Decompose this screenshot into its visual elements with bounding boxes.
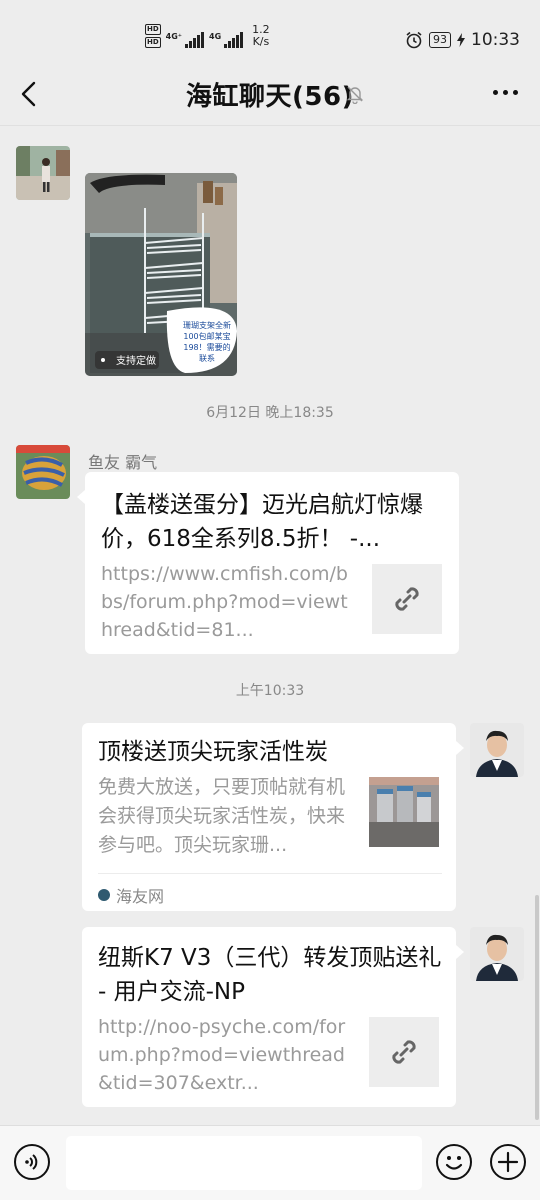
battery-indicator: 93 <box>429 32 451 48</box>
hd-badges: HD HD <box>145 24 161 48</box>
avatar[interactable] <box>470 927 524 981</box>
status-bar: HD HD 4G⁺ 4G 1.2 K/s 93 10:33 <box>0 0 540 62</box>
aquarium-rack-photo: 珊瑚支架全新 100包邮某宝 198！需要的 联系 <box>85 173 237 376</box>
clock: 10:33 <box>471 30 520 50</box>
sender-name: 鱼友 霸气 <box>88 453 158 472</box>
source-logo-icon <box>98 889 110 901</box>
timestamp: 6月12日 晚上18:35 <box>206 405 334 421</box>
link-title: 【盖楼送蛋分】迈光启航灯惊爆价，618全系列8.5折！ -... <box>101 492 423 552</box>
more-functions-button[interactable] <box>490 1144 526 1180</box>
link-title: 纽斯K7 V3（三代）转发顶贴送礼 - 用户交流-NP <box>98 945 442 1005</box>
card-divider <box>98 873 442 874</box>
emoji-button[interactable] <box>436 1144 472 1180</box>
network-speed: 1.2 K/s <box>252 23 270 48</box>
svg-text:珊瑚支架全新: 珊瑚支架全新 <box>183 320 231 330</box>
avatar-fish-photo <box>16 445 70 499</box>
link-card[interactable]: 【盖楼送蛋分】迈光启航灯惊爆价，618全系列8.5折！ -... https:/… <box>77 472 459 654</box>
message-input[interactable] <box>66 1136 422 1190</box>
link-thumbnail <box>372 564 442 634</box>
link-card[interactable]: 纽斯K7 V3（三代）转发顶贴送礼 - 用户交流-NP http://noo-p… <box>82 927 464 1107</box>
link-thumbnail <box>369 777 439 847</box>
link-url: http://noo-psyche.com/forum.php?mod=view… <box>98 1016 346 1094</box>
smiley-icon <box>445 1156 463 1170</box>
more-options-button[interactable] <box>493 90 518 95</box>
timestamp: 上午10:33 <box>235 683 305 699</box>
avatar[interactable] <box>470 723 524 777</box>
avatar[interactable] <box>16 445 70 499</box>
carbon-product-photo <box>369 777 439 847</box>
link-url: https://www.cmfish.com/bbs/forum.php?mod… <box>101 563 348 641</box>
link-icon <box>392 1040 416 1064</box>
alarm-icon <box>406 31 422 49</box>
avatar-portrait <box>470 723 524 777</box>
avatar[interactable] <box>16 146 70 200</box>
mute-bell-icon <box>346 86 364 104</box>
scrollbar[interactable] <box>535 895 539 1120</box>
link-card[interactable]: 顶楼送顶尖玩家活性炭 免费大放送，只要顶帖就有机会获得顶尖玩家活性炭，快来参与吧… <box>82 723 464 911</box>
svg-text:100包邮某宝: 100包邮某宝 <box>183 331 230 341</box>
plus-icon <box>497 1151 519 1173</box>
link-source-name: 海友网 <box>116 887 165 906</box>
avatar-portrait <box>470 927 524 981</box>
voice-icon <box>25 1154 38 1170</box>
signal-icon: 4G⁺ <box>166 32 205 48</box>
chat-header: 海缸聊天(56) <box>0 62 540 126</box>
avatar-photo <box>16 146 70 200</box>
voice-input-button[interactable] <box>14 1144 50 1180</box>
chat-input-bar <box>0 1125 540 1200</box>
link-title: 顶楼送顶尖玩家活性炭 <box>98 739 328 765</box>
image-message[interactable]: 珊瑚支架全新 100包邮某宝 198！需要的 联系 支持定做 <box>85 173 237 376</box>
link-description: 免费大放送，只要顶帖就有机会获得顶尖玩家活性炭，快来参与吧。顶尖玩家珊... <box>98 776 346 856</box>
link-source: 海友网 <box>98 883 164 907</box>
hd-badge: HD <box>145 24 161 35</box>
chat-title: 海缸聊天(56) <box>186 82 354 112</box>
hd-badge: HD <box>145 37 161 48</box>
svg-text:联系: 联系 <box>199 353 215 363</box>
link-thumbnail <box>369 1017 439 1087</box>
signal-icon: 4G <box>209 32 244 48</box>
svg-text:198！需要的: 198！需要的 <box>183 342 230 352</box>
link-icon <box>395 587 419 611</box>
charging-icon <box>457 33 465 47</box>
image-caption: 支持定做 <box>116 356 156 367</box>
